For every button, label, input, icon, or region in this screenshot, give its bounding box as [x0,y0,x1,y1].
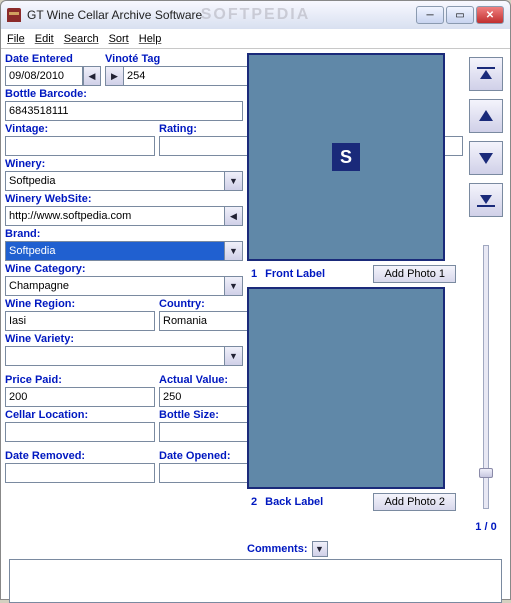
cellar-location-input[interactable] [5,422,155,442]
front-label-index: 1 [251,268,257,280]
menu-help[interactable]: Help [139,33,162,45]
titlebar[interactable]: GT Wine Cellar Archive Software SOFTPEDI… [1,1,510,29]
app-icon [7,8,21,22]
slider-thumb-icon[interactable] [479,468,493,478]
wine-category-label: Wine Category: [5,263,243,275]
watermark-text: SOFTPEDIA [201,6,311,24]
date-prev-button[interactable]: ◀ [83,66,101,86]
first-record-button[interactable] [469,57,503,91]
vintage-label: Vintage: [5,123,155,135]
add-photo-2-button[interactable]: Add Photo 2 [373,493,456,511]
form-column: Date Entered ◀ Vinoté Tag ▶ Bottle Barco… [5,53,243,537]
image-column: S 1 Front Label Add Photo 1 2 Back Label… [247,53,462,537]
vintage-input[interactable] [5,136,155,156]
menu-search[interactable]: Search [64,33,99,45]
winery-website-go-button[interactable]: ◀ [225,206,243,226]
wine-variety-input[interactable] [5,346,225,366]
back-label-caption: Back Label [265,496,323,508]
brand-input[interactable] [5,241,225,261]
winery-dropdown-button[interactable]: ▼ [225,171,243,191]
wine-region-input[interactable] [5,311,155,331]
comments-dropdown-button[interactable]: ▼ [312,541,328,557]
close-button[interactable]: ✕ [476,6,504,24]
last-record-button[interactable] [469,183,503,217]
record-counter: 1 / 0 [475,521,496,533]
brand-dropdown-button[interactable]: ▼ [225,241,243,261]
winery-website-label: Winery WebSite: [5,193,243,205]
bottle-barcode-input[interactable] [5,101,243,121]
date-removed-label: Date Removed: [5,450,155,462]
next-record-button[interactable] [469,141,503,175]
menubar: File Edit Search Sort Help [1,29,510,49]
cellar-location-label: Cellar Location: [5,409,155,421]
record-slider[interactable] [483,245,489,509]
date-next-button[interactable]: ▶ [105,66,123,86]
winery-website-input[interactable] [5,206,225,226]
app-window: GT Wine Cellar Archive Software SOFTPEDI… [0,0,511,600]
back-label-index: 2 [251,496,257,508]
wine-region-label: Wine Region: [5,298,155,310]
minimize-button[interactable]: ─ [416,6,444,24]
comments-textarea[interactable] [9,559,502,603]
maximize-button[interactable]: ▭ [446,6,474,24]
front-label-photo[interactable]: S [247,53,445,261]
front-label-caption: Front Label [265,268,325,280]
date-entered-input[interactable] [5,66,83,86]
menu-sort[interactable]: Sort [109,33,129,45]
winery-input[interactable] [5,171,225,191]
window-title: GT Wine Cellar Archive Software [27,8,202,22]
wine-variety-dropdown-button[interactable]: ▼ [225,346,243,366]
date-removed-input[interactable] [5,463,155,483]
placeholder-logo-icon: S [332,143,360,171]
bottle-barcode-label: Bottle Barcode: [5,88,243,100]
wine-variety-label: Wine Variety: [5,333,243,345]
prev-record-button[interactable] [469,99,503,133]
winery-label: Winery: [5,158,243,170]
brand-label: Brand: [5,228,243,240]
price-paid-input[interactable] [5,387,155,407]
wine-category-input[interactable] [5,276,225,296]
back-label-photo[interactable] [247,287,445,489]
nav-column: 1 / 0 [466,53,506,537]
wine-category-dropdown-button[interactable]: ▼ [225,276,243,296]
menu-file[interactable]: File [7,33,25,45]
date-entered-label: Date Entered [5,53,101,65]
menu-edit[interactable]: Edit [35,33,54,45]
add-photo-1-button[interactable]: Add Photo 1 [373,265,456,283]
comments-label: Comments: [247,543,308,555]
price-paid-label: Price Paid: [5,374,155,386]
